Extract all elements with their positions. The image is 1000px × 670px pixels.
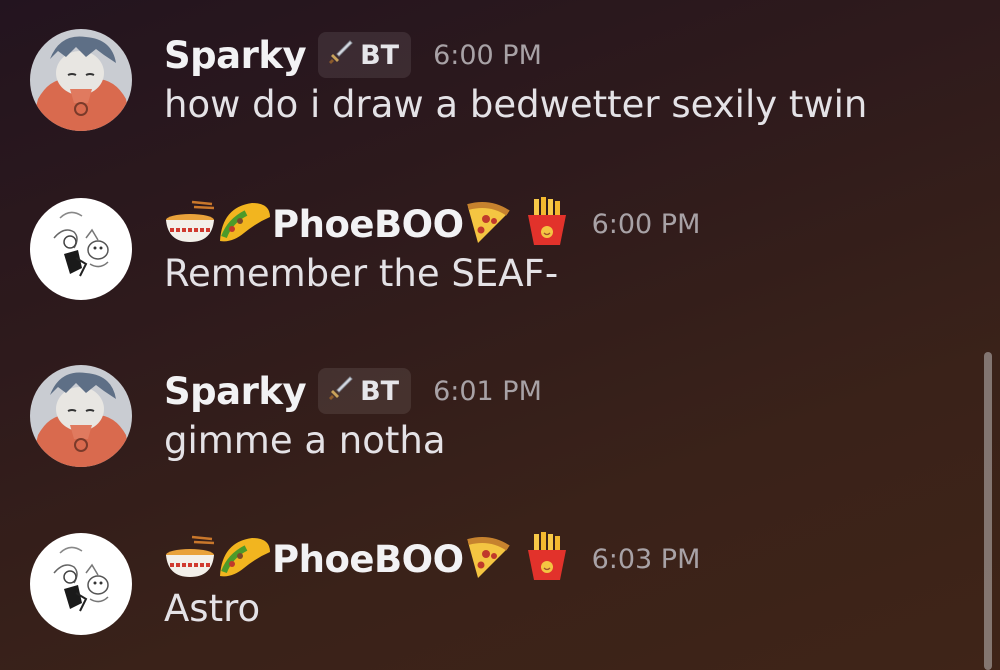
timestamp: 6:01 PM bbox=[433, 375, 542, 407]
ramen-icon bbox=[164, 200, 216, 248]
message-text: how do i draw a bedwetter sexily twin bbox=[164, 83, 868, 126]
pizza-icon bbox=[464, 534, 510, 584]
sparky-avatar-icon bbox=[30, 29, 132, 131]
server-tag-label: BT bbox=[360, 39, 400, 71]
avatar[interactable] bbox=[30, 198, 132, 300]
server-tag[interactable]: BT bbox=[318, 368, 412, 414]
fries-icon bbox=[524, 532, 570, 586]
taco-icon bbox=[216, 199, 272, 249]
message-item: PhoeBOO 6:03 PM Astro bbox=[0, 532, 980, 670]
message-text: gimme a notha bbox=[164, 419, 446, 462]
message-text: Remember the SEAF- bbox=[164, 252, 559, 295]
message-item: Sparky BT 6:00 PM how do i draw a bedwet… bbox=[0, 29, 980, 179]
username[interactable]: PhoeBOO bbox=[272, 203, 464, 246]
server-tag-label: BT bbox=[360, 375, 400, 407]
message-item: Sparky BT 6:01 PM gimme a notha bbox=[0, 365, 980, 515]
username[interactable]: Sparky bbox=[164, 370, 307, 413]
username[interactable]: Sparky bbox=[164, 34, 307, 77]
sword-icon bbox=[328, 375, 354, 408]
sword-icon bbox=[328, 39, 354, 72]
fries-icon bbox=[524, 197, 570, 251]
message-item: PhoeBOO 6:00 PM Remember the SEAF- bbox=[0, 197, 980, 348]
taco-icon bbox=[216, 534, 272, 584]
timestamp: 6:03 PM bbox=[591, 543, 701, 575]
avatar[interactable] bbox=[30, 365, 132, 467]
message-text: Astro bbox=[164, 587, 261, 630]
timestamp: 6:00 PM bbox=[433, 39, 542, 71]
ramen-icon bbox=[164, 535, 216, 583]
pizza-icon bbox=[464, 199, 510, 249]
timestamp: 6:00 PM bbox=[591, 208, 701, 240]
avatar[interactable] bbox=[30, 29, 132, 131]
sparky-avatar-icon bbox=[30, 365, 132, 467]
phoeboo-avatar-icon bbox=[30, 533, 132, 635]
username[interactable]: PhoeBOO bbox=[272, 538, 464, 581]
scrollbar[interactable] bbox=[984, 352, 992, 670]
server-tag[interactable]: BT bbox=[318, 32, 412, 78]
avatar[interactable] bbox=[30, 533, 132, 635]
phoeboo-avatar-icon bbox=[30, 198, 132, 300]
